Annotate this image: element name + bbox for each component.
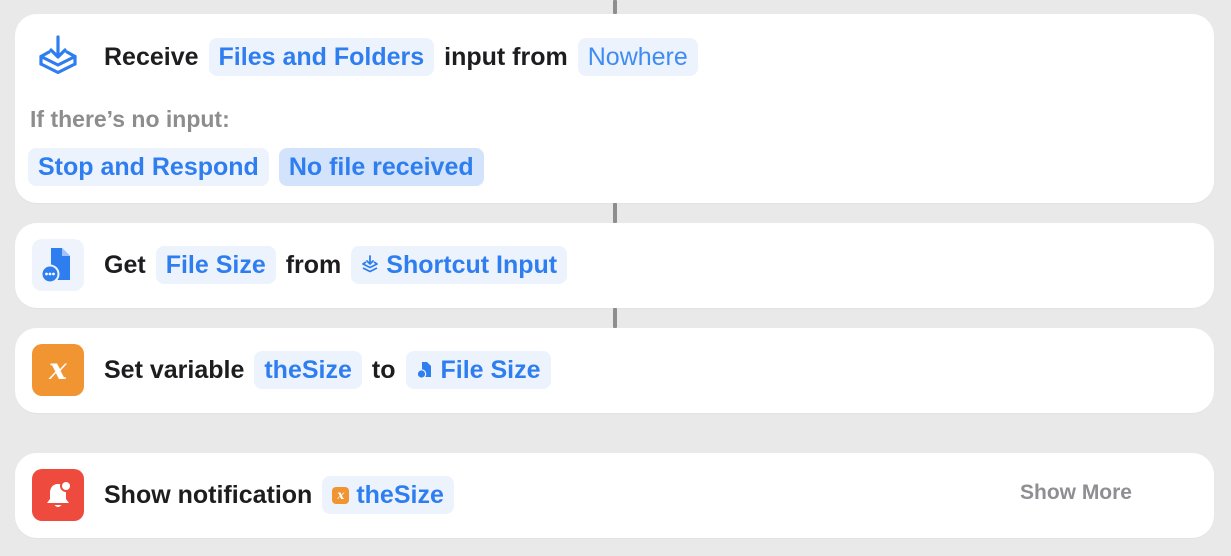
flow-connector [613, 0, 617, 14]
show-notification-card[interactable]: Show notification x theSize Show More [15, 453, 1214, 538]
get-details-card[interactable]: Get File Size from Shortcut Input [15, 223, 1214, 308]
set-variable-card[interactable]: x Set variable theSize to File Size [15, 328, 1214, 413]
no-input-response-pill[interactable]: No file received [278, 148, 484, 186]
no-input-action-pill[interactable]: Stop and Respond [28, 148, 269, 186]
show-notification-verb: Show notification [104, 480, 313, 509]
variable-icon: x [32, 344, 84, 396]
shortcut-input-pill[interactable]: Shortcut Input [351, 246, 568, 284]
file-size-value-label: File Size [440, 355, 541, 384]
input-source-pill[interactable]: Nowhere [577, 38, 698, 76]
receive-action-card[interactable]: Receive Files and Folders input from Now… [15, 14, 1214, 203]
receive-verb: Receive [104, 42, 199, 71]
file-size-value-pill[interactable]: File Size [405, 351, 551, 389]
file-doc-icon [32, 239, 84, 291]
from-label: from [285, 250, 342, 279]
receive-input-icon [32, 31, 84, 83]
variable-name-pill[interactable]: theSize [254, 351, 362, 389]
input-type-pill[interactable]: Files and Folders [208, 38, 435, 76]
show-more-button[interactable]: Show More [1020, 481, 1132, 505]
file-size-doc-icon [416, 360, 434, 380]
to-label: to [371, 355, 396, 384]
get-verb: Get [104, 250, 146, 279]
set-variable-verb: Set variable [104, 355, 245, 384]
variable-mini-icon: x [332, 486, 350, 504]
shortcut-input-label: Shortcut Input [386, 250, 558, 279]
input-from-label: input from [444, 42, 568, 71]
no-input-label: If there’s no input: [30, 106, 230, 132]
shortcut-input-icon [361, 255, 379, 275]
notification-variable-pill[interactable]: x theSize [322, 476, 454, 514]
flow-connector [613, 203, 617, 223]
property-pill[interactable]: File Size [155, 246, 276, 284]
flow-connector [613, 308, 617, 328]
notification-variable-label: theSize [356, 480, 444, 509]
notification-bell-icon [32, 469, 84, 521]
